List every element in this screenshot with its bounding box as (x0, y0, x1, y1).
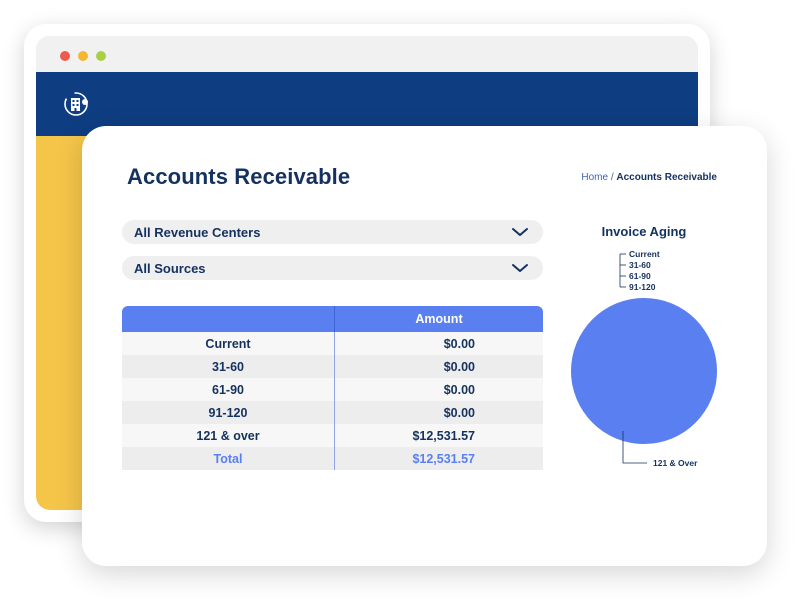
pie-label-4: 121 & Over (653, 458, 698, 468)
pie-slice-4 (571, 298, 717, 444)
maximize-window-dot[interactable] (96, 51, 106, 61)
invoice-aging-pie-chart: Current31-6061-9091-120 121 & Over (571, 249, 717, 468)
close-window-dot[interactable] (60, 51, 70, 61)
pie-label-2: 61-90 (629, 271, 651, 281)
accounts-receivable-card: Accounts Receivable Home / Accounts Rece… (82, 126, 767, 566)
pie-label-1: 31-60 (629, 260, 651, 270)
pie-label-0: Current (629, 249, 660, 259)
building-globe-icon[interactable] (64, 91, 90, 117)
window-titlebar (36, 36, 698, 72)
minimize-window-dot[interactable] (78, 51, 88, 61)
pie-label-3: 91-120 (629, 282, 656, 292)
